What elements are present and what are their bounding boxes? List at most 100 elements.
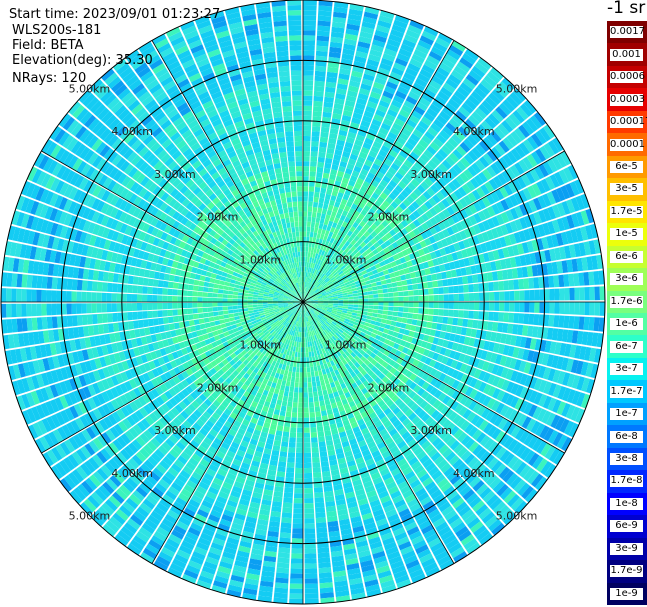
beta-cell <box>358 304 364 308</box>
beta-cell <box>314 80 325 87</box>
beta-cell <box>488 311 494 321</box>
beta-cell <box>353 299 359 302</box>
beta-cell <box>304 528 316 534</box>
beta-cell <box>411 319 418 326</box>
beta-cell <box>388 297 394 302</box>
beta-cell <box>278 461 287 468</box>
beta-cell <box>342 306 349 309</box>
beta-cell <box>309 412 316 418</box>
beta-cell <box>290 558 303 564</box>
beta-cell <box>453 302 459 310</box>
beta-cell <box>539 289 545 301</box>
beta-cell <box>308 346 311 352</box>
beta-cell <box>316 35 330 42</box>
beta-cell <box>277 394 284 401</box>
beta-cell <box>321 384 327 391</box>
beta-cell <box>371 282 377 287</box>
beta-cell <box>320 126 330 133</box>
beta-cell <box>503 312 510 323</box>
beta-cell <box>315 217 321 224</box>
beta-cell <box>308 387 313 393</box>
beta-cell <box>524 290 530 301</box>
beta-cell <box>376 285 383 290</box>
beta-cell <box>313 232 318 238</box>
beta-cell <box>309 166 317 172</box>
beta-cell <box>321 410 328 417</box>
beta-cell <box>311 141 319 147</box>
beta-cell <box>304 588 319 594</box>
beta-cell <box>291 538 303 544</box>
beta-cell <box>304 558 317 564</box>
beta-cell <box>318 197 325 204</box>
beta-cell <box>509 290 515 301</box>
beta-cell <box>303 115 312 121</box>
beta-cell <box>343 299 349 302</box>
beta-cell <box>292 523 303 529</box>
beta-cell <box>518 313 525 324</box>
beta-cell <box>468 293 475 301</box>
beta-cell <box>308 402 314 408</box>
beta-cell <box>583 316 590 331</box>
beta-cell <box>304 508 315 514</box>
beta-cell <box>393 292 399 297</box>
beta-cell <box>303 90 313 96</box>
beta-cell <box>413 302 419 308</box>
beta-cell <box>383 297 389 302</box>
beta-cell <box>284 487 294 493</box>
beta-cell <box>298 397 303 403</box>
beta-cell <box>447 317 454 325</box>
beta-cell <box>378 306 384 310</box>
beta-cell <box>393 297 399 302</box>
beta-cell <box>358 298 364 302</box>
beta-cell <box>348 304 354 307</box>
beta-cell <box>303 327 305 333</box>
beta-cell <box>294 473 303 479</box>
beta-cell <box>277 552 290 559</box>
beta-cell <box>303 130 311 137</box>
beta-cell <box>303 382 308 388</box>
beta-cell <box>294 493 303 499</box>
beta-cell <box>313 472 322 478</box>
beta-cell <box>280 522 292 529</box>
beta-cell <box>293 397 298 403</box>
beta-cell <box>438 309 444 316</box>
beta-cell <box>305 337 308 343</box>
beta-cell <box>298 342 301 348</box>
beta-cell <box>568 316 575 329</box>
beta-cell <box>463 293 470 301</box>
beta-cell <box>296 341 299 348</box>
beta-cell <box>320 213 326 220</box>
beta-cell <box>303 95 313 101</box>
beta-cell <box>427 281 434 289</box>
beta-cell <box>303 161 310 167</box>
beta-cell <box>318 441 326 448</box>
beta-cell <box>398 296 404 302</box>
beta-cell <box>553 315 560 328</box>
beta-cell <box>311 131 320 137</box>
beta-cell <box>303 442 311 448</box>
beta-cell <box>358 295 364 299</box>
beta-cell <box>432 280 439 288</box>
beta-cell <box>549 288 555 301</box>
beta-cell <box>381 284 388 289</box>
beta-cell <box>314 222 320 229</box>
beta-cell <box>282 395 288 402</box>
beta-cell <box>528 313 535 325</box>
beta-cell <box>380 318 387 324</box>
beta-cell <box>318 562 331 569</box>
beta-cell <box>378 302 384 306</box>
beta-cell <box>418 295 424 302</box>
beta-cell <box>368 305 374 309</box>
beta-cell <box>311 211 317 218</box>
beta-cell <box>413 289 419 296</box>
beta-cell <box>573 316 580 330</box>
beta-cell <box>412 313 419 320</box>
beta-cell <box>297 422 303 428</box>
beta-cell <box>286 406 292 413</box>
beta-cell <box>599 302 605 316</box>
beta-cell <box>426 321 433 329</box>
beta-cell <box>418 302 424 308</box>
beta-cell <box>348 296 354 300</box>
beta-cell <box>303 166 310 172</box>
beta-cell <box>303 50 315 56</box>
